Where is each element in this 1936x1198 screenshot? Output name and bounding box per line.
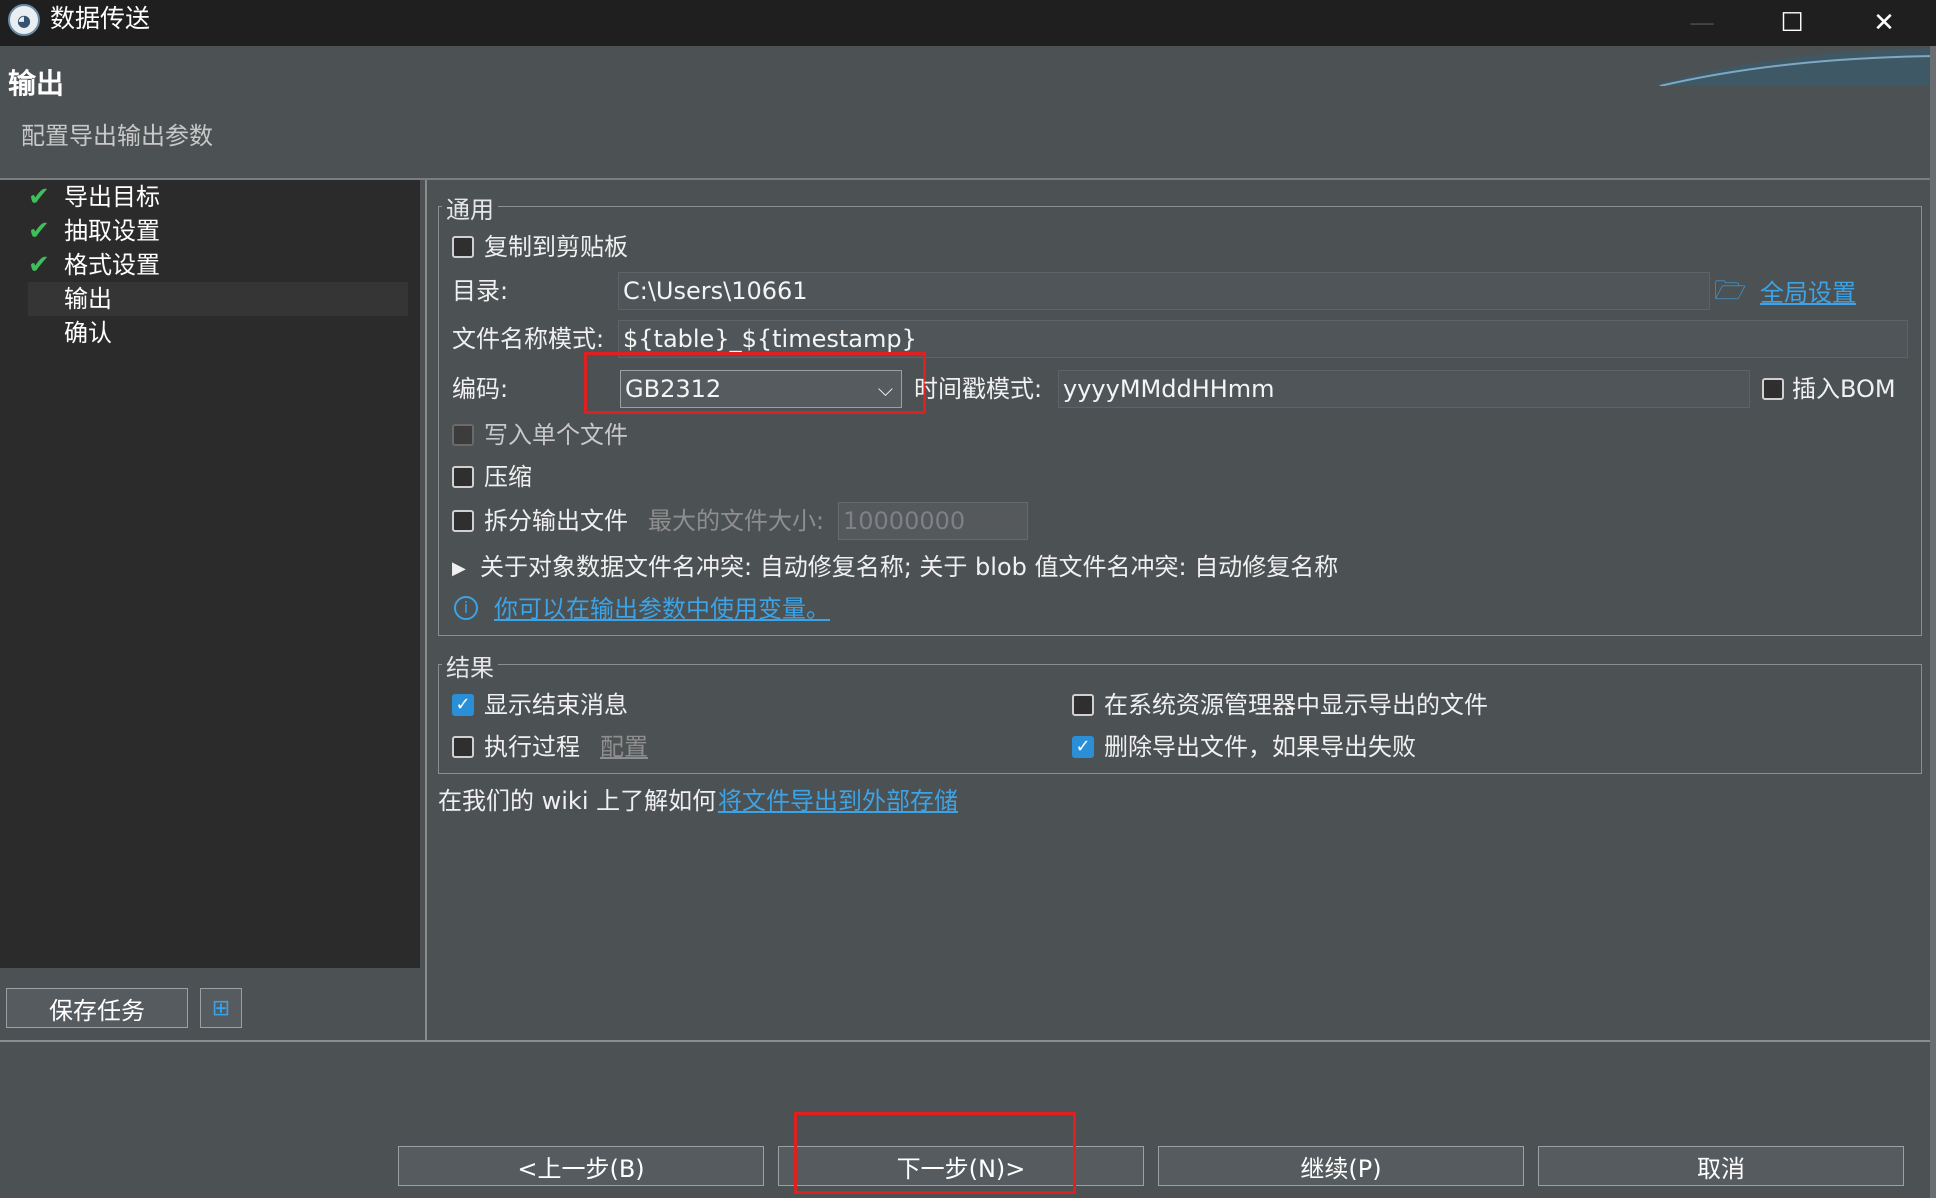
- check-icon: ✔: [28, 216, 50, 246]
- configure-link[interactable]: 配置: [600, 730, 648, 764]
- split-output-label: 拆分输出文件: [484, 507, 628, 535]
- save-task-button[interactable]: 保存任务: [6, 988, 188, 1028]
- timestamp-pattern-input[interactable]: yyyyMMddHHmm: [1058, 370, 1750, 408]
- copy-clipboard-label: 复制到剪贴板: [484, 233, 628, 261]
- scrollbar[interactable]: [1930, 46, 1936, 1198]
- encoding-highlight-box: [584, 352, 926, 414]
- header-decoration-icon: [1650, 48, 1936, 86]
- info-icon: i: [454, 596, 478, 620]
- results-legend: 结果: [442, 648, 498, 683]
- nav-item-label: 抽取设置: [64, 217, 160, 245]
- folder-open-icon[interactable]: 🗁: [1714, 276, 1746, 306]
- compress-checkbox[interactable]: [452, 466, 474, 488]
- show-finish-message-label: 显示结束消息: [484, 691, 628, 719]
- check-icon: ✔: [28, 250, 50, 280]
- variables-help-link[interactable]: 你可以在输出参数中使用变量。: [494, 592, 830, 626]
- single-file-label: 写入单个文件: [484, 421, 628, 449]
- nav-item-output[interactable]: 输出: [28, 282, 408, 316]
- general-legend: 通用: [442, 190, 498, 225]
- nav-item-extract-settings[interactable]: ✔ 抽取设置: [28, 214, 160, 248]
- split-output-checkbox[interactable]: [452, 510, 474, 532]
- encoding-label: 编码:: [452, 375, 509, 403]
- window-title: 数据传送: [50, 4, 151, 33]
- nav-item-label: 导出目标: [64, 183, 160, 211]
- page-title: 输出: [8, 67, 65, 100]
- prev-step-button[interactable]: <上一步(B): [398, 1146, 764, 1186]
- check-icon: ✔: [28, 182, 50, 212]
- chevron-right-icon[interactable]: ▶: [452, 552, 466, 586]
- nav-item-export-target[interactable]: ✔ 导出目标: [28, 180, 160, 214]
- max-file-size-label: 最大的文件大小:: [648, 507, 825, 535]
- filename-pattern-label: 文件名称模式:: [452, 325, 605, 353]
- show-finish-message-checkbox[interactable]: ✓: [452, 694, 474, 716]
- page-subtitle: 配置导出输出参数: [21, 122, 213, 150]
- nav-item-label: 格式设置: [64, 251, 160, 279]
- compress-label: 压缩: [484, 463, 532, 491]
- show-in-explorer-checkbox[interactable]: [1072, 694, 1094, 716]
- insert-bom-checkbox[interactable]: [1762, 378, 1784, 400]
- footer-divider: [0, 1040, 1936, 1042]
- app-logo-icon: ◕: [8, 4, 40, 36]
- execute-process-label: 执行过程: [484, 733, 580, 761]
- insert-bom-label: 插入BOM: [1792, 375, 1896, 403]
- delete-on-fail-label: 删除导出文件，如果导出失败: [1104, 733, 1416, 761]
- conflict-settings-text[interactable]: 关于对象数据文件名冲突: 自动修复名称; 关于 blob 值文件名冲突: 自动修…: [480, 550, 1338, 584]
- task-options-icon[interactable]: ⊞: [200, 988, 242, 1028]
- close-button[interactable]: ✕: [1838, 0, 1930, 46]
- delete-on-fail-checkbox[interactable]: ✓: [1072, 736, 1094, 758]
- nav-item-label: 输出: [64, 285, 112, 313]
- cancel-button[interactable]: 取消: [1538, 1146, 1904, 1186]
- continue-button[interactable]: 继续(P): [1158, 1146, 1524, 1186]
- maximize-button[interactable]: ☐: [1746, 0, 1838, 46]
- directory-input[interactable]: C:\Users\10661: [618, 272, 1710, 310]
- wiki-export-link[interactable]: 将文件导出到外部存储: [718, 784, 958, 818]
- wizard-header: [0, 46, 1936, 178]
- copy-clipboard-checkbox[interactable]: [452, 236, 474, 258]
- global-settings-link[interactable]: 全局设置: [1760, 276, 1856, 310]
- single-file-checkbox[interactable]: [452, 424, 474, 446]
- nav-item-confirm[interactable]: 确认: [28, 316, 112, 350]
- execute-process-checkbox[interactable]: [452, 736, 474, 758]
- wiki-text: 在我们的 wiki 上了解如何: [438, 787, 717, 815]
- max-file-size-input[interactable]: 10000000: [838, 502, 1028, 540]
- panel-divider: [425, 180, 427, 1040]
- title-bar: [0, 0, 1936, 46]
- timestamp-pattern-label: 时间戳模式:: [914, 375, 1043, 403]
- nav-item-format-settings[interactable]: ✔ 格式设置: [28, 248, 160, 282]
- show-in-explorer-label: 在系统资源管理器中显示导出的文件: [1104, 691, 1488, 719]
- minimize-button[interactable]: —: [1656, 0, 1748, 46]
- directory-label: 目录:: [452, 277, 509, 305]
- nav-item-label: 确认: [64, 319, 112, 347]
- next-button-highlight-box: [794, 1112, 1076, 1194]
